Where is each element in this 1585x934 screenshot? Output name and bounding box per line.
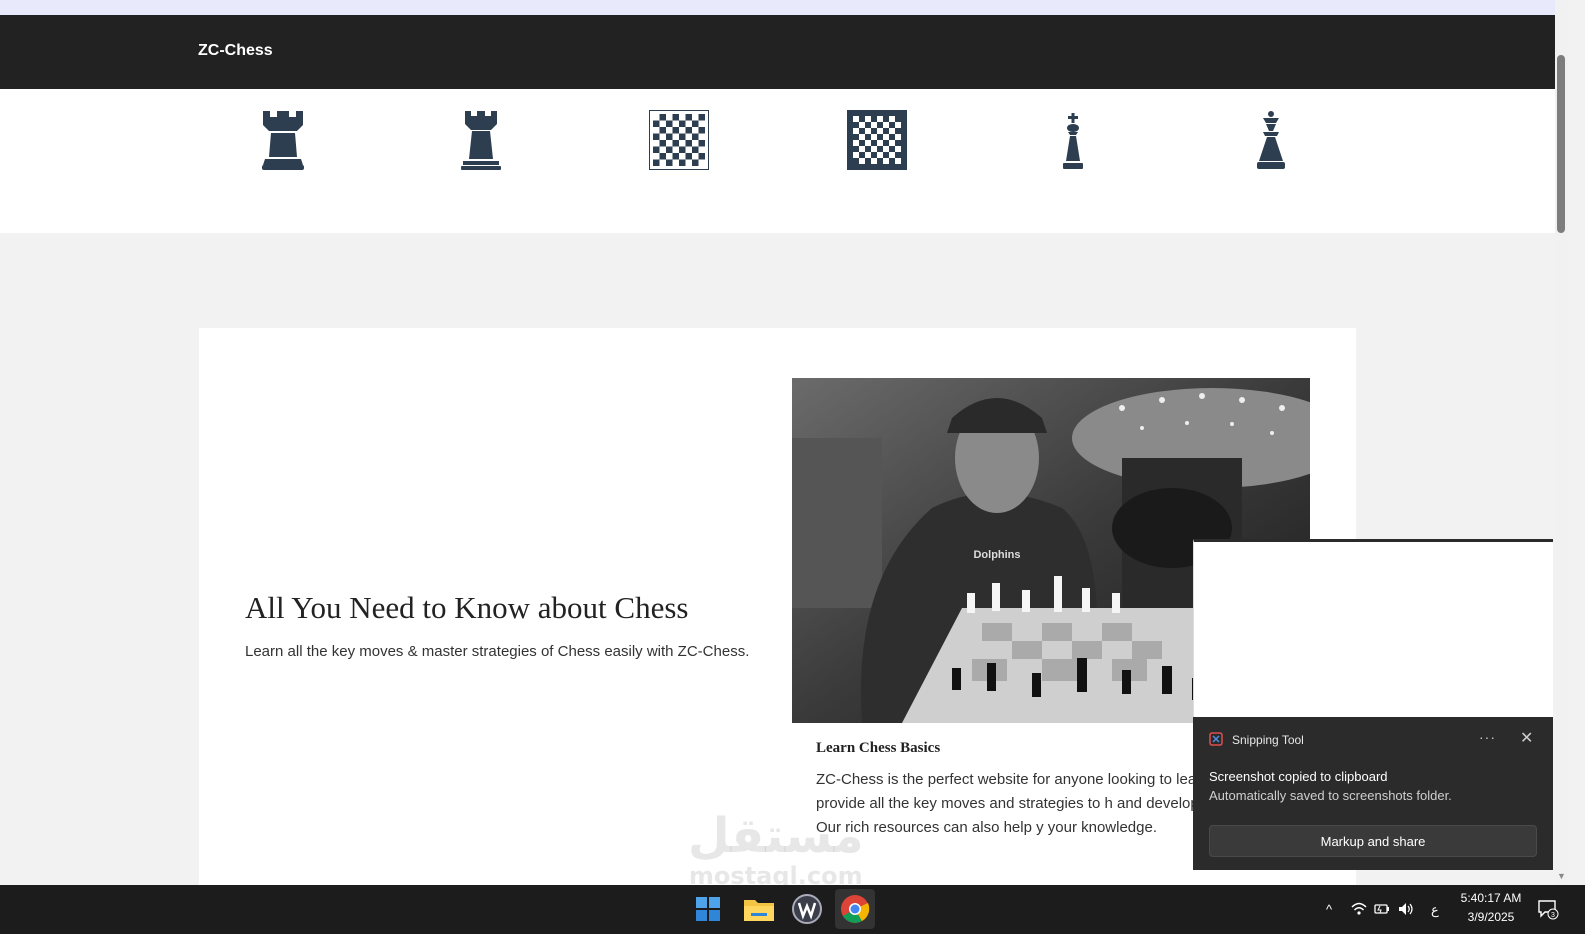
close-icon[interactable]: ✕ — [1520, 728, 1533, 748]
chessboard-icon[interactable] — [649, 109, 709, 171]
navbar: ZC-Chess — [0, 15, 1555, 89]
intro-card: All You Need to Know about Chess Learn a… — [199, 328, 1356, 888]
clock-date: 3/9/2025 — [1467, 910, 1515, 924]
feature-icon-row — [0, 89, 1555, 233]
browser-top-strip — [0, 0, 1555, 15]
toast-title: Screenshot copied to clipboard — [1209, 769, 1388, 784]
rook-icon[interactable] — [451, 109, 511, 171]
clock-time: 5:40:17 AM — [1460, 891, 1522, 905]
king-icon[interactable] — [1043, 109, 1103, 171]
more-options-icon[interactable]: ··· — [1479, 729, 1496, 745]
winamp-w-icon[interactable] — [787, 889, 827, 929]
notification-center-icon[interactable]: 3 — [1537, 897, 1559, 921]
chrome-icon[interactable] — [835, 889, 875, 929]
snipping-tool-icon — [1209, 732, 1223, 746]
scroll-thumb[interactable] — [1557, 55, 1565, 233]
toast-app-name: Snipping Tool — [1232, 733, 1304, 747]
notification-count: 3 — [1551, 912, 1555, 919]
toast-text: Automatically saved to screenshots folde… — [1209, 788, 1452, 803]
tray-overflow-chevron-icon[interactable]: ^ — [1326, 885, 1332, 934]
brand-logo[interactable]: ZC-Chess — [198, 42, 273, 60]
wifi-icon[interactable] — [1350, 899, 1368, 919]
basics-title: Learn Chess Basics — [816, 740, 941, 756]
snipping-tool-toast: Snipping Tool ··· ✕ Screenshot copied to… — [1193, 717, 1553, 870]
markup-and-share-button[interactable]: Markup and share — [1209, 825, 1537, 857]
hero-subtitle: Learn all the key moves & master strateg… — [245, 643, 750, 660]
taskbar: ^ ع 5:40:17 AM 3/9/2025 3 — [0, 885, 1585, 934]
input-language-indicator[interactable]: ع — [1431, 885, 1439, 934]
file-explorer-icon[interactable] — [739, 889, 779, 929]
scroll-down-arrow-icon[interactable]: ▼ — [1557, 871, 1566, 881]
system-clock[interactable]: 5:40:17 AM 3/9/2025 — [1455, 889, 1527, 927]
page-scrollbar[interactable]: ▼ — [1555, 0, 1568, 885]
volume-icon[interactable] — [1397, 899, 1415, 919]
toast-screenshot-preview[interactable] — [1193, 539, 1553, 717]
svg-text:Dolphins: Dolphins — [973, 549, 1020, 561]
queen-icon[interactable] — [1241, 109, 1301, 171]
start-menu-icon[interactable] — [688, 889, 728, 929]
hero-title: All You Need to Know about Chess — [245, 590, 689, 625]
battery-icon[interactable] — [1373, 899, 1391, 919]
rook-icon[interactable] — [253, 109, 313, 171]
chessboard-icon[interactable] — [847, 109, 907, 171]
